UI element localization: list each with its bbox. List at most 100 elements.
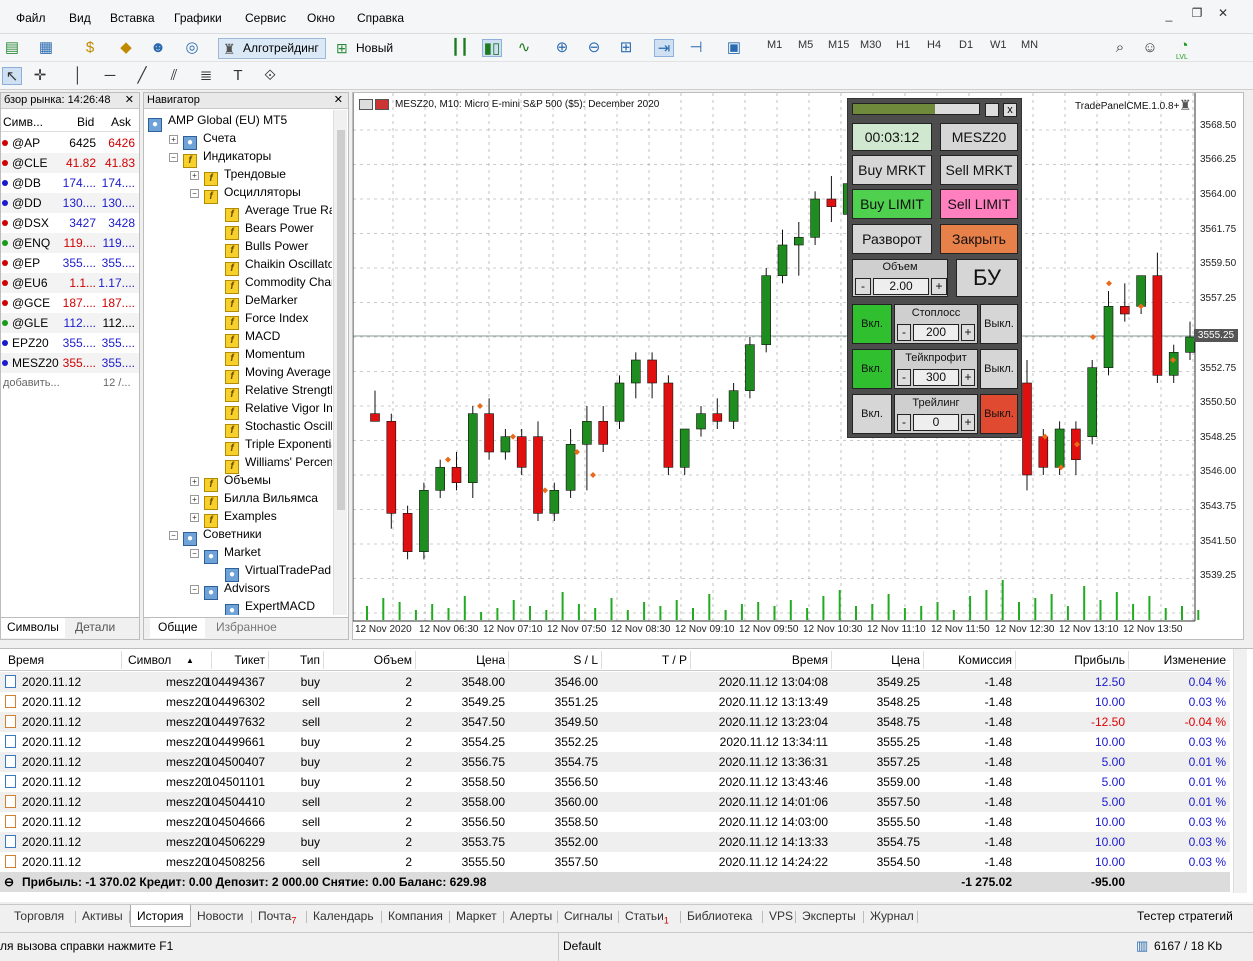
navigator-item[interactable]: − f Индикаторы — [169, 147, 271, 168]
sell-market-button[interactable]: Sell MRKT — [940, 155, 1018, 185]
timeframe-m1[interactable]: M1 — [767, 39, 782, 51]
tab-7[interactable]: Маркет — [450, 905, 503, 927]
navigator-item[interactable]: f Bulls Power — [211, 237, 308, 258]
navigator-item[interactable]: f Chaikin Oscillator — [211, 255, 332, 276]
breakeven-button[interactable]: БУ — [956, 259, 1018, 297]
timeframe-w1[interactable]: W1 — [990, 39, 1007, 51]
market-watch-row[interactable]: @DD 130.... 130.... — [1, 193, 139, 213]
tab-4[interactable]: Почта7 — [252, 905, 302, 927]
channel-icon[interactable]: ⫽ — [164, 67, 184, 85]
close-icon[interactable]: ✕ — [1216, 6, 1230, 20]
chart-shift-icon[interactable]: ⊣ — [686, 39, 706, 57]
tab-13[interactable]: Эксперты — [796, 905, 862, 927]
column-header[interactable]: Символ — [128, 653, 208, 667]
tab-8[interactable]: Алерты — [504, 905, 558, 927]
navigator-item[interactable]: ● AMP Global (EU) MT5 — [148, 111, 287, 132]
navigator-item[interactable]: fRelative Strength I — [211, 381, 332, 402]
tab-10[interactable]: Статьи1 — [619, 905, 675, 927]
navigator-item[interactable]: + f Examples — [190, 507, 277, 528]
col-bid[interactable]: Bid — [77, 115, 94, 129]
navigator-item[interactable]: − f Осцилляторы — [190, 183, 301, 204]
sell-limit-button[interactable]: Sell LIMIT — [940, 189, 1018, 219]
shapes-icon[interactable]: ⟐ — [260, 67, 280, 85]
expand-icon[interactable]: − — [190, 549, 199, 558]
navigator-item[interactable]: − ● Advisors — [190, 579, 270, 600]
market-watch-row[interactable]: @DSX 3427 3428 — [1, 213, 139, 233]
close-icon[interactable]: ✕ — [125, 93, 134, 108]
strategy-tester-tab[interactable]: Тестер стратегий — [1137, 909, 1233, 923]
stoploss-plus-button[interactable]: + — [961, 324, 975, 341]
zoom-in-icon[interactable]: ⊕ — [552, 39, 572, 57]
timeframe-m30[interactable]: M30 — [860, 39, 881, 51]
history-scrollbar[interactable] — [1233, 649, 1247, 893]
expand-icon[interactable]: + — [169, 135, 178, 144]
volume-input[interactable]: 2.00 — [873, 278, 929, 295]
menu-item[interactable]: Графики — [174, 11, 222, 25]
column-header[interactable]: Цена — [834, 653, 920, 667]
takeprofit-plus-button[interactable]: + — [961, 369, 975, 386]
close-panel-button[interactable]: x — [1003, 103, 1017, 117]
navigator-item[interactable]: f Commodity Chan — [211, 273, 332, 294]
signals-icon[interactable]: ◎ — [182, 39, 202, 57]
line-chart-icon[interactable]: ∿ — [514, 39, 534, 57]
market-watch-row[interactable]: @ENQ 119.... 119.... — [1, 233, 139, 253]
menu-item[interactable]: Вставка — [110, 11, 155, 25]
column-header[interactable]: Тип — [270, 653, 320, 667]
trailing-off-button[interactable]: Выкл. — [980, 394, 1018, 434]
expand-icon[interactable]: − — [169, 153, 178, 162]
volume-minus-button[interactable]: - — [855, 278, 871, 295]
column-header[interactable]: Объем — [330, 653, 412, 667]
tab-14[interactable]: Журнал — [864, 905, 920, 927]
tab-6[interactable]: Компания — [382, 905, 449, 927]
navigator-item[interactable]: + ● Счета — [169, 129, 236, 150]
tab-symbols[interactable]: Символы — [1, 618, 65, 638]
expand-icon[interactable]: + — [190, 477, 199, 486]
trailing-input[interactable]: 0 — [913, 414, 959, 431]
column-header[interactable]: Время — [694, 653, 828, 667]
reverse-button[interactable]: Разворот — [852, 224, 932, 254]
collapse-icon[interactable]: ⊖ — [4, 872, 14, 892]
navigator-item[interactable]: f Momentum — [211, 345, 305, 366]
buy-limit-button[interactable]: Buy LIMIT — [852, 189, 932, 219]
column-header[interactable]: Прибыль — [1018, 653, 1125, 667]
expand-icon[interactable]: − — [190, 585, 199, 594]
market-watch-row[interactable]: @GCE 187.... 187.... — [1, 293, 139, 313]
tile-windows-icon[interactable]: ⊞ — [616, 39, 636, 57]
navigator-item[interactable]: f Force Index — [211, 309, 308, 330]
navigator-icon[interactable]: ☻ — [148, 39, 168, 57]
column-header[interactable]: T / P — [605, 653, 687, 667]
tab-favorites[interactable]: Избранное — [210, 618, 283, 638]
tab-0[interactable]: Торговля — [8, 905, 70, 927]
column-header[interactable]: Комиссия — [926, 653, 1012, 667]
takeprofit-input[interactable]: 300 — [913, 369, 959, 386]
column-header[interactable]: Время — [8, 653, 118, 667]
new-order-button[interactable]: ⊞ Новый ордер — [331, 38, 433, 74]
volume-plus-button[interactable]: + — [931, 278, 947, 295]
navigator-item[interactable]: − ● Market — [190, 543, 261, 564]
market-watch-row[interactable]: MESZ20 355.... 355.... — [1, 353, 139, 373]
cursor-icon[interactable]: ↖ — [2, 67, 22, 85]
table-row[interactable]: 2020.11.12 13:12...mesz20104496302sell23… — [0, 692, 1230, 729]
navigator-item[interactable]: f DeMarker — [211, 291, 298, 312]
candlestick-icon[interactable]: ▮▯ — [482, 39, 502, 57]
navigator-item[interactable]: ● VirtualTradePad L — [211, 561, 332, 582]
navigator-item[interactable]: + f Объемы — [190, 471, 271, 492]
profiles-icon[interactable]: ▦ — [36, 39, 56, 57]
chart-window[interactable]: MESZ20, M10: Micro E-mini S&P 500 ($5): … — [352, 92, 1244, 640]
expand-icon[interactable]: + — [190, 513, 199, 522]
new-chart-icon[interactable]: ▤ — [2, 39, 22, 57]
tab-12[interactable]: VPS — [763, 905, 799, 927]
stoploss-minus-button[interactable]: - — [897, 324, 911, 341]
table-row[interactable]: 2020.11.12 13:40...mesz20104501101buy235… — [0, 772, 1230, 809]
timeframe-h4[interactable]: H4 — [927, 39, 941, 51]
account-icon[interactable]: ☺ — [1140, 39, 1160, 57]
close-position-button[interactable]: Закрыть — [940, 224, 1018, 254]
table-row[interactable]: 2020.11.12 13:36...mesz20104500407buy235… — [0, 752, 1230, 789]
expand-icon[interactable]: + — [190, 495, 199, 504]
navigator-item[interactable]: f Triple Exponential — [211, 435, 332, 456]
fibonacci-icon[interactable]: ≣ — [196, 67, 216, 85]
col-symbol[interactable]: Симв... — [3, 115, 43, 129]
stoploss-off-button[interactable]: Выкл. — [980, 304, 1018, 344]
trendline-icon[interactable]: ╱ — [132, 67, 152, 85]
horizontal-line-icon[interactable]: ─ — [100, 67, 120, 85]
